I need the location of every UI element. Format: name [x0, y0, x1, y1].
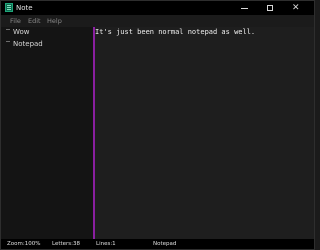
minimize-button[interactable]	[231, 1, 257, 15]
menu-bar: File Edit Help	[1, 15, 314, 27]
status-letters: Letters:38	[52, 241, 81, 247]
minimize-icon	[241, 8, 248, 9]
text-editor-area[interactable]: It's just been normal notepad as well.	[95, 27, 314, 239]
note-bullet-icon	[6, 29, 10, 30]
note-label: Notepad	[13, 40, 43, 48]
note-bullet-icon	[6, 41, 10, 42]
close-button[interactable]: ✕	[285, 1, 311, 15]
close-icon: ✕	[292, 3, 300, 13]
notepad-app-icon	[5, 3, 13, 12]
maximize-button[interactable]	[257, 1, 283, 15]
menu-file[interactable]: File	[10, 15, 21, 27]
menu-edit[interactable]: Edit	[28, 15, 41, 27]
notes-sidebar: Wow Notepad	[1, 27, 93, 239]
title-bar[interactable]: Note ✕	[1, 1, 314, 15]
status-mode: Notepad	[153, 241, 177, 247]
status-zoom: Zoom:100%	[7, 241, 41, 247]
editor-content[interactable]: It's just been normal notepad as well.	[95, 27, 255, 37]
maximize-icon	[267, 5, 273, 11]
status-lines: Lines:1	[96, 241, 116, 247]
note-label: Wow	[13, 28, 30, 36]
status-bar: Zoom:100% Letters:38 Lines:1 Notepad	[1, 239, 314, 249]
app-window: Note ✕ File Edit Help Wow Notepad It's j…	[0, 0, 315, 250]
window-title: Note	[16, 4, 33, 12]
menu-help[interactable]: Help	[47, 15, 62, 27]
